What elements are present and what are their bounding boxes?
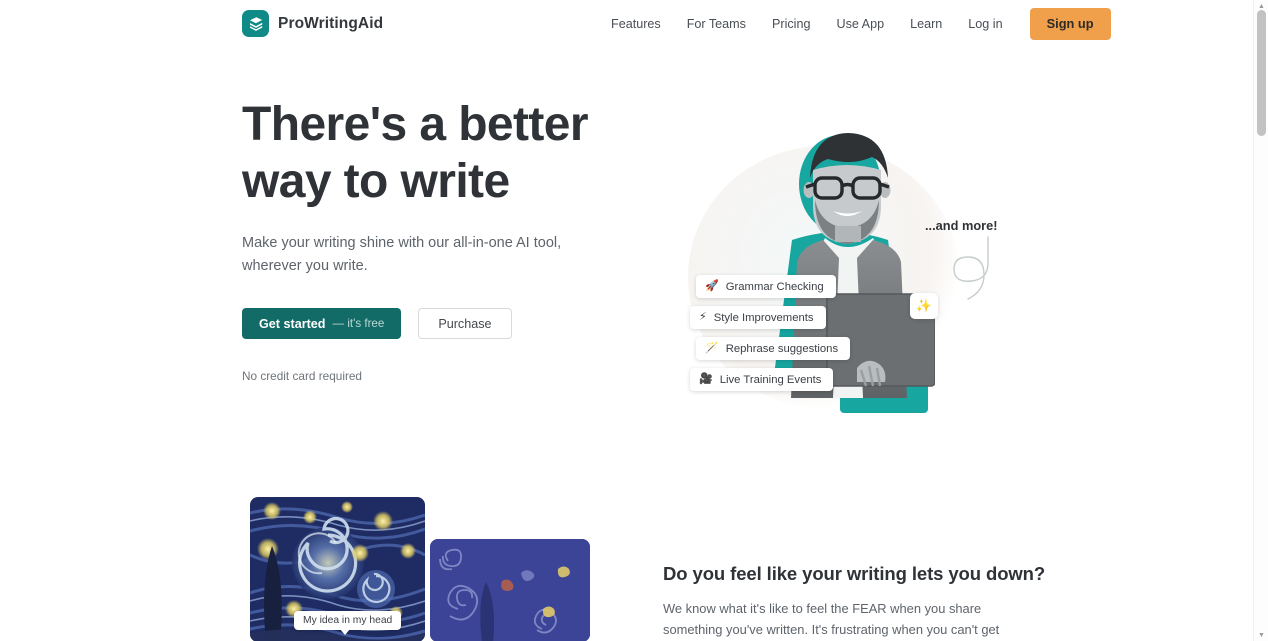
sign-up-button[interactable]: Sign up — [1029, 8, 1111, 40]
writing-lets-you-down-section: My idea in my head Do you feel like your… — [0, 478, 1253, 641]
lightning-icon: ⚡ — [699, 311, 707, 323]
before-after-artwork: My idea in my head — [250, 497, 590, 641]
get-started-button[interactable]: Get started — it's free — [242, 308, 402, 339]
site-header: ProWritingAid Features For Teams Pricing… — [0, 0, 1253, 48]
feature-card-label: Live Training Events — [719, 373, 822, 386]
feature-card-grammar-checking[interactable]: 🚀 Grammar Checking — [696, 275, 836, 298]
hero-illustration: ...and more! ✨ 🚀 Grammar Checking ⚡ Styl… — [660, 108, 1030, 448]
scrollbar-thumb[interactable] — [1257, 10, 1266, 136]
nav-item-use-app[interactable]: Use App — [823, 8, 897, 40]
brand-logo-link[interactable]: ProWritingAid — [242, 10, 383, 37]
nav-item-for-teams[interactable]: For Teams — [674, 8, 759, 40]
get-started-suffix: — it's free — [332, 317, 385, 330]
feature-card-label: Rephrase suggestions — [725, 342, 839, 355]
section-two-title: Do you feel like your writing lets you d… — [663, 563, 1046, 584]
feature-card-label: Grammar Checking — [725, 280, 824, 293]
get-started-label: Get started — [259, 316, 326, 331]
page-root: ProWritingAid Features For Teams Pricing… — [0, 0, 1268, 641]
section-two-copy: Do you feel like your writing lets you d… — [663, 562, 1046, 641]
brand-name: ProWritingAid — [278, 14, 384, 32]
magic-wand-icon: 🪄 — [705, 342, 719, 354]
hero-subtitle: Make your writing shine with our all-in-… — [242, 235, 562, 274]
hero-section: There's a better way to write Make your … — [0, 48, 1253, 478]
nav-item-learn[interactable]: Learn — [897, 8, 955, 40]
feature-card-live-training-events[interactable]: 🎥 Live Training Events — [690, 368, 834, 391]
and-more-annotation: ...and more! — [925, 218, 998, 233]
section-two-body: We know what it's like to feel the FEAR … — [663, 601, 1000, 637]
curly-arrow-doodle — [953, 236, 989, 300]
hero-copy: There's a better way to write Make your … — [242, 96, 642, 383]
feature-card-label: Style Improvements — [713, 311, 814, 324]
hero-title-line-1: There's a better — [242, 98, 589, 151]
feature-card-style-improvements[interactable]: ⚡ Style Improvements — [690, 306, 826, 329]
simplified-blue-drawing — [430, 539, 590, 641]
nav-item-log-in[interactable]: Log in — [955, 8, 1015, 40]
no-credit-card-note: No credit card required — [242, 369, 362, 383]
feature-card-list: 🚀 Grammar Checking ⚡ Style Improvements … — [690, 275, 851, 391]
my-idea-tooltip: My idea in my head — [294, 611, 402, 635]
nav-item-features[interactable]: Features — [598, 8, 674, 40]
main-navigation: Features For Teams Pricing Use App Learn… — [598, 8, 1111, 40]
prowritingaid-logo-icon — [242, 10, 269, 37]
hero-title-line-2: way to write — [242, 155, 510, 208]
movie-camera-icon: 🎥 — [699, 373, 713, 385]
feature-card-rephrase-suggestions[interactable]: 🪄 Rephrase suggestions — [696, 337, 851, 360]
vertical-scrollbar[interactable]: ▲ ▼ — [1253, 0, 1268, 641]
ai-sparkle-badge: ✨ — [910, 293, 938, 319]
scroll-down-arrow-icon[interactable]: ▼ — [1254, 629, 1268, 641]
nav-item-pricing[interactable]: Pricing — [759, 8, 824, 40]
hero-actions: Get started — it's free Purchase — [242, 308, 642, 339]
hero-title: There's a better way to write — [242, 96, 642, 210]
purchase-button[interactable]: Purchase — [418, 308, 512, 339]
rocket-icon: 🚀 — [705, 280, 719, 292]
